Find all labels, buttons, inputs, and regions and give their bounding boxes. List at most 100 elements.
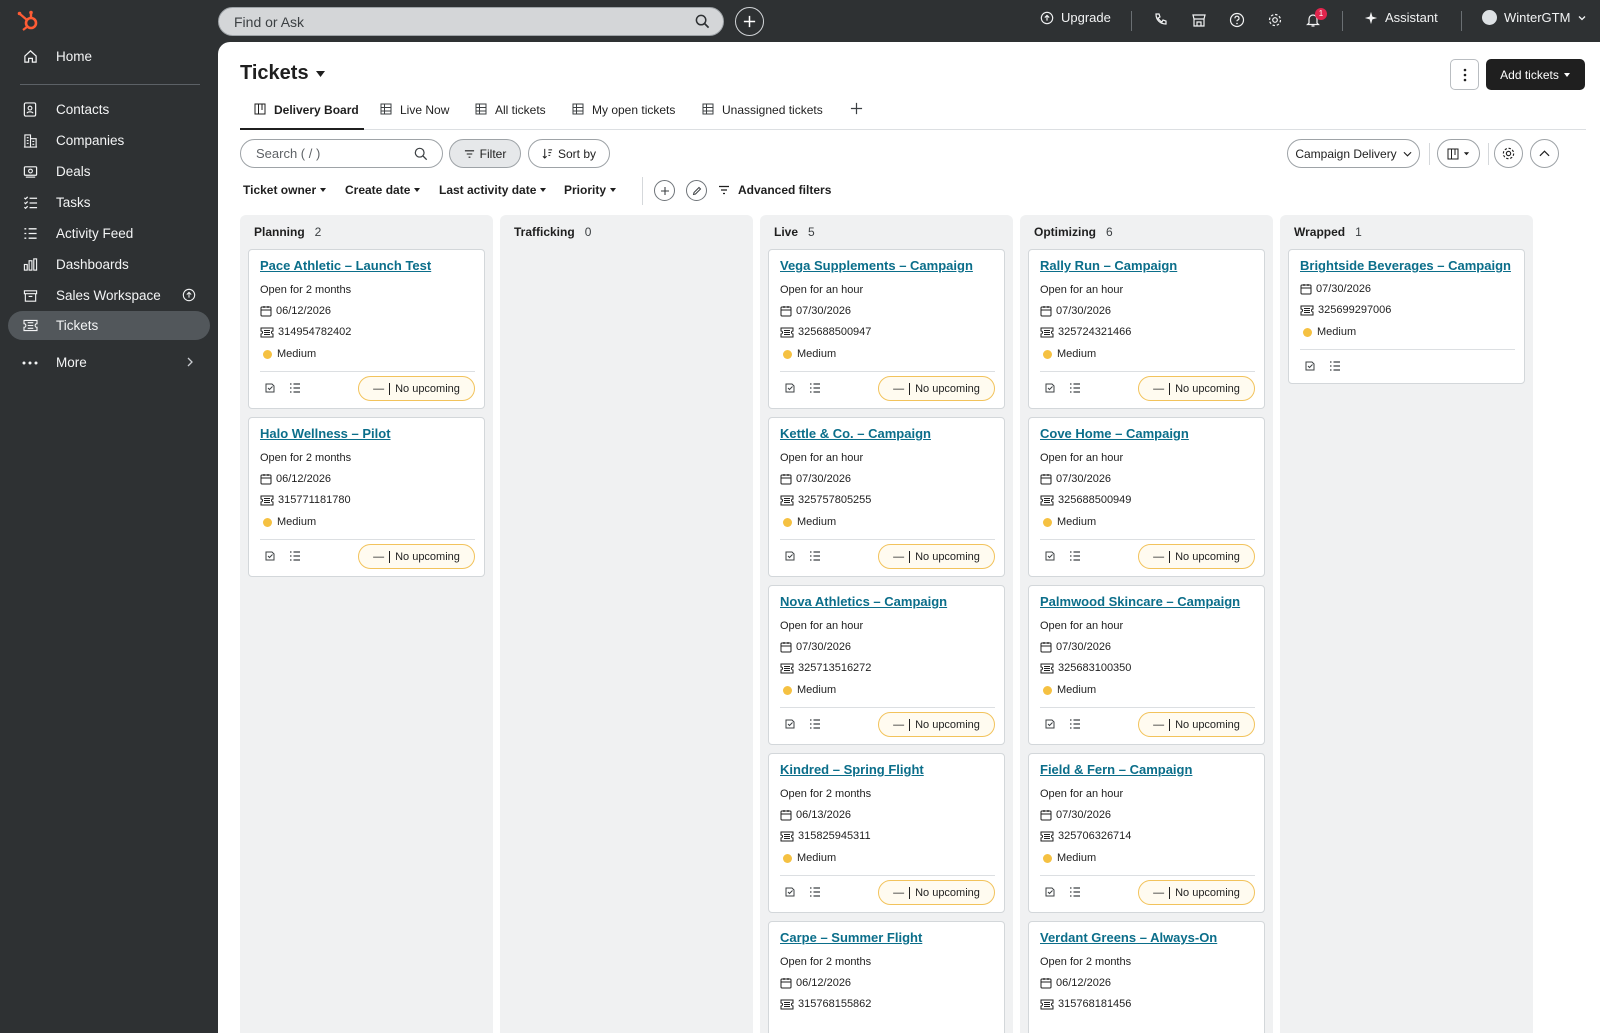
upcoming-activity-badge[interactable]: — No upcoming xyxy=(878,712,995,737)
tasks-list-icon[interactable] xyxy=(1329,360,1341,372)
account-menu[interactable]: WinterGTM xyxy=(1482,10,1587,25)
upgrade-button[interactable]: Upgrade xyxy=(1040,10,1111,25)
assistant-button[interactable]: Assistant xyxy=(1364,10,1438,25)
ticket-card[interactable]: Brightside Beverages – Campaign 07/30/202… xyxy=(1288,249,1525,384)
ticket-title-link[interactable]: Kettle & Co. – Campaign xyxy=(780,426,931,441)
advanced-filters-button[interactable]: Advanced filters xyxy=(718,183,831,197)
edit-filters-button[interactable] xyxy=(686,180,707,201)
ticket-card[interactable]: Kindred – Spring Flight Open for 2 months… xyxy=(768,753,1005,913)
global-search-input[interactable]: Find or Ask xyxy=(218,7,724,36)
note-icon[interactable] xyxy=(1044,718,1056,730)
tab-unassigned-tickets[interactable]: Unassigned tickets xyxy=(702,100,823,130)
create-new-button[interactable] xyxy=(735,7,764,36)
ticket-card[interactable]: Rally Run – Campaign Open for an hour 07/3… xyxy=(1028,249,1265,409)
ticket-title-link[interactable]: Vega Supplements – Campaign xyxy=(780,258,973,273)
tasks-list-icon[interactable] xyxy=(289,550,301,562)
ticket-card[interactable]: Field & Fern – Campaign Open for an hour 0… xyxy=(1028,753,1265,913)
ticket-title-link[interactable]: Carpe – Summer Flight xyxy=(780,930,922,945)
tasks-list-icon[interactable] xyxy=(1069,718,1081,730)
note-icon[interactable] xyxy=(784,718,796,730)
board-search-input[interactable]: Search ( / ) xyxy=(240,139,443,168)
sidebar-item-more[interactable]: More xyxy=(8,348,210,377)
tab-delivery-board[interactable]: Delivery Board xyxy=(240,100,364,130)
ticket-card[interactable]: Kettle & Co. – Campaign Open for an hour 0… xyxy=(768,417,1005,577)
sidebar-item-activity-feed[interactable]: Activity Feed xyxy=(8,219,210,248)
sidebar-item-contacts[interactable]: Contacts xyxy=(8,95,210,124)
upcoming-activity-badge[interactable]: — No upcoming xyxy=(878,376,995,401)
upcoming-activity-badge[interactable]: — No upcoming xyxy=(1138,712,1255,737)
sidebar-item-tickets[interactable]: Tickets xyxy=(8,311,210,340)
phone-icon[interactable] xyxy=(1153,12,1169,28)
tab-live-now[interactable]: Live Now xyxy=(380,100,449,130)
ticket-card[interactable]: Halo Wellness – Pilot Open for 2 months 06… xyxy=(248,417,485,577)
sidebar-item-companies[interactable]: Companies xyxy=(8,126,210,155)
tasks-list-icon[interactable] xyxy=(289,382,301,394)
tasks-list-icon[interactable] xyxy=(1069,886,1081,898)
sidebar-item-dashboards[interactable]: Dashboards xyxy=(8,250,210,279)
upcoming-activity-badge[interactable]: — No upcoming xyxy=(1138,376,1255,401)
ticket-owner-filter[interactable]: Ticket owner xyxy=(243,183,327,197)
ticket-title-link[interactable]: Nova Athletics – Campaign xyxy=(780,594,947,609)
ticket-card[interactable]: Carpe – Summer Flight Open for 2 months 06… xyxy=(768,921,1005,1033)
upcoming-activity-badge[interactable]: — No upcoming xyxy=(1138,544,1255,569)
add-tickets-button[interactable]: Add tickets xyxy=(1486,59,1585,90)
ticket-card[interactable]: Nova Athletics – Campaign Open for an hou… xyxy=(768,585,1005,745)
note-icon[interactable] xyxy=(264,382,276,394)
add-view-button[interactable] xyxy=(850,102,863,115)
tab-my-open-tickets[interactable]: My open tickets xyxy=(572,100,675,130)
sidebar-item-home[interactable]: Home xyxy=(8,42,210,71)
note-icon[interactable] xyxy=(264,550,276,562)
ticket-title-link[interactable]: Field & Fern – Campaign xyxy=(1040,762,1192,777)
ticket-title-link[interactable]: Palmwood Skincare – Campaign xyxy=(1040,594,1240,609)
upcoming-activity-badge[interactable]: — No upcoming xyxy=(358,544,475,569)
note-icon[interactable] xyxy=(1304,360,1316,372)
last-activity-date-filter[interactable]: Last activity date xyxy=(439,183,547,197)
ticket-title-link[interactable]: Kindred – Spring Flight xyxy=(780,762,924,777)
ticket-card[interactable]: Pace Athletic – Launch Test Open for 2 mo… xyxy=(248,249,485,409)
tab-all-tickets[interactable]: All tickets xyxy=(475,100,546,130)
tasks-list-icon[interactable] xyxy=(1069,382,1081,394)
page-title[interactable]: Tickets xyxy=(240,62,326,85)
more-actions-button[interactable] xyxy=(1450,59,1479,90)
sidebar-item-deals[interactable]: Deals xyxy=(8,157,210,186)
filter-button[interactable]: Filter xyxy=(449,139,521,168)
ticket-card[interactable]: Palmwood Skincare – Campaign Open for an … xyxy=(1028,585,1265,745)
create-date-filter[interactable]: Create date xyxy=(345,183,421,197)
ticket-card[interactable]: Cove Home – Campaign Open for an hour 07/3… xyxy=(1028,417,1265,577)
help-icon[interactable] xyxy=(1229,12,1245,28)
settings-gear-icon[interactable] xyxy=(1267,12,1283,28)
priority-filter[interactable]: Priority xyxy=(564,183,617,197)
upcoming-activity-badge[interactable]: — No upcoming xyxy=(878,544,995,569)
upcoming-activity-badge[interactable]: — No upcoming xyxy=(878,880,995,905)
sidebar-item-sales-workspace[interactable]: Sales Workspace xyxy=(8,281,210,310)
tasks-list-icon[interactable] xyxy=(809,718,821,730)
note-icon[interactable] xyxy=(1044,886,1056,898)
marketplace-icon[interactable] xyxy=(1191,12,1207,28)
ticket-card[interactable]: Verdant Greens – Always-On Open for 2 mon… xyxy=(1028,921,1265,1033)
ticket-card[interactable]: Vega Supplements – Campaign Open for an h… xyxy=(768,249,1005,409)
ticket-title-link[interactable]: Rally Run – Campaign xyxy=(1040,258,1177,273)
board-view-switcher[interactable] xyxy=(1437,139,1480,168)
add-filter-button[interactable] xyxy=(654,180,675,201)
tasks-list-icon[interactable] xyxy=(809,886,821,898)
tasks-list-icon[interactable] xyxy=(1069,550,1081,562)
upcoming-activity-badge[interactable]: — No upcoming xyxy=(1138,880,1255,905)
hubspot-logo-icon[interactable] xyxy=(16,9,40,33)
ticket-title-link[interactable]: Verdant Greens – Always-On xyxy=(1040,930,1217,945)
collapse-button[interactable] xyxy=(1530,139,1559,168)
ticket-title-link[interactable]: Pace Athletic – Launch Test xyxy=(260,258,431,273)
tasks-list-icon[interactable] xyxy=(809,550,821,562)
ticket-title-link[interactable]: Brightside Beverages – Campaign xyxy=(1300,258,1511,273)
ticket-title-link[interactable]: Cove Home – Campaign xyxy=(1040,426,1189,441)
note-icon[interactable] xyxy=(1044,382,1056,394)
ticket-title-link[interactable]: Halo Wellness – Pilot xyxy=(260,426,391,441)
sidebar-item-tasks[interactable]: Tasks xyxy=(8,188,210,217)
pipeline-select[interactable]: Campaign Delivery xyxy=(1287,139,1420,168)
sort-by-button[interactable]: Sort by xyxy=(528,139,610,168)
board-settings-button[interactable] xyxy=(1494,139,1523,168)
tasks-list-icon[interactable] xyxy=(809,382,821,394)
note-icon[interactable] xyxy=(784,550,796,562)
upcoming-activity-badge[interactable]: — No upcoming xyxy=(358,376,475,401)
note-icon[interactable] xyxy=(1044,550,1056,562)
note-icon[interactable] xyxy=(784,382,796,394)
